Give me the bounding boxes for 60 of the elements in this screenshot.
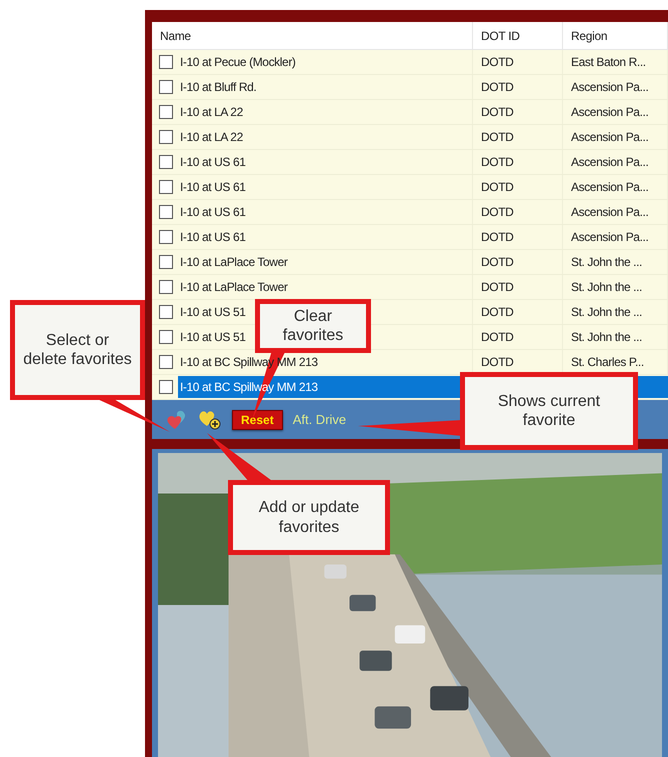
- checkbox[interactable]: [159, 55, 173, 69]
- table-cell: St. John the ...: [563, 275, 668, 299]
- checkbox[interactable]: [159, 180, 173, 194]
- camera-name[interactable]: I-10 at US 61: [178, 177, 248, 197]
- table-cell: Ascension Pa...: [563, 200, 668, 224]
- table-cell: DOTD: [473, 50, 563, 74]
- table-cell: Ascension Pa...: [563, 150, 668, 174]
- checkbox[interactable]: [159, 205, 173, 219]
- table-cell: St. John the ...: [563, 325, 668, 349]
- checkbox[interactable]: [159, 80, 173, 94]
- table-cell: DOTD: [473, 150, 563, 174]
- table-cell: DOTD: [473, 250, 563, 274]
- table-cell: Ascension Pa...: [563, 100, 668, 124]
- checkbox[interactable]: [159, 330, 173, 344]
- checkbox[interactable]: [159, 155, 173, 169]
- checkbox[interactable]: [159, 355, 173, 369]
- table-cell: DOTD: [473, 125, 563, 149]
- camera-name[interactable]: I-10 at US 61: [178, 227, 248, 247]
- camera-name[interactable]: I-10 at LA 22: [178, 127, 245, 147]
- camera-name[interactable]: I-10 at US 51: [178, 302, 248, 322]
- table-cell: Ascension Pa...: [563, 225, 668, 249]
- table-cell: DOTD: [473, 225, 563, 249]
- table-cell: Ascension Pa...: [563, 75, 668, 99]
- camera-name[interactable]: I-10 at US 61: [178, 152, 248, 172]
- camera-name[interactable]: I-10 at LaPlace Tower: [178, 277, 290, 297]
- checkbox[interactable]: [159, 130, 173, 144]
- table-cell: DOTD: [473, 300, 563, 324]
- reset-button[interactable]: Reset: [232, 410, 283, 430]
- callout: Shows current favorite: [460, 372, 638, 450]
- column-header[interactable]: DOT ID: [473, 22, 563, 49]
- table-cell: DOTD: [473, 200, 563, 224]
- column-header[interactable]: Region: [563, 22, 668, 49]
- checkbox[interactable]: [159, 380, 173, 394]
- camera-name[interactable]: I-10 at US 51: [178, 327, 248, 347]
- current-favorite: Aft. Drive: [292, 412, 346, 427]
- camera-name[interactable]: I-10 at Pecue (Mockler): [178, 52, 298, 72]
- table-cell: Ascension Pa...: [563, 175, 668, 199]
- callout: Add or update favorites: [228, 480, 390, 555]
- camera-name[interactable]: I-10 at LA 22: [178, 102, 245, 122]
- camera-name[interactable]: I-10 at LaPlace Tower: [178, 252, 290, 272]
- table-cell: DOTD: [473, 275, 563, 299]
- table-cell: DOTD: [473, 75, 563, 99]
- table-cell: St. John the ...: [563, 250, 668, 274]
- callout: Select or delete favorites: [10, 300, 145, 400]
- column-header[interactable]: Name: [152, 22, 473, 49]
- heart-plus-icon[interactable]: [198, 410, 222, 430]
- table-cell: DOTD: [473, 325, 563, 349]
- checkbox[interactable]: [159, 230, 173, 244]
- checkbox[interactable]: [159, 280, 173, 294]
- table-cell: St. John the ...: [563, 300, 668, 324]
- camera-name[interactable]: I-10 at Bluff Rd.: [178, 77, 258, 97]
- table-cell: DOTD: [473, 100, 563, 124]
- checkbox[interactable]: [159, 255, 173, 269]
- checkbox[interactable]: [159, 305, 173, 319]
- table-cell: East Baton R...: [563, 50, 668, 74]
- callout: Clear favorites: [255, 299, 371, 353]
- table-cell: Ascension Pa...: [563, 125, 668, 149]
- table-cell: DOTD: [473, 175, 563, 199]
- checkbox[interactable]: [159, 105, 173, 119]
- camera-name[interactable]: I-10 at US 61: [178, 202, 248, 222]
